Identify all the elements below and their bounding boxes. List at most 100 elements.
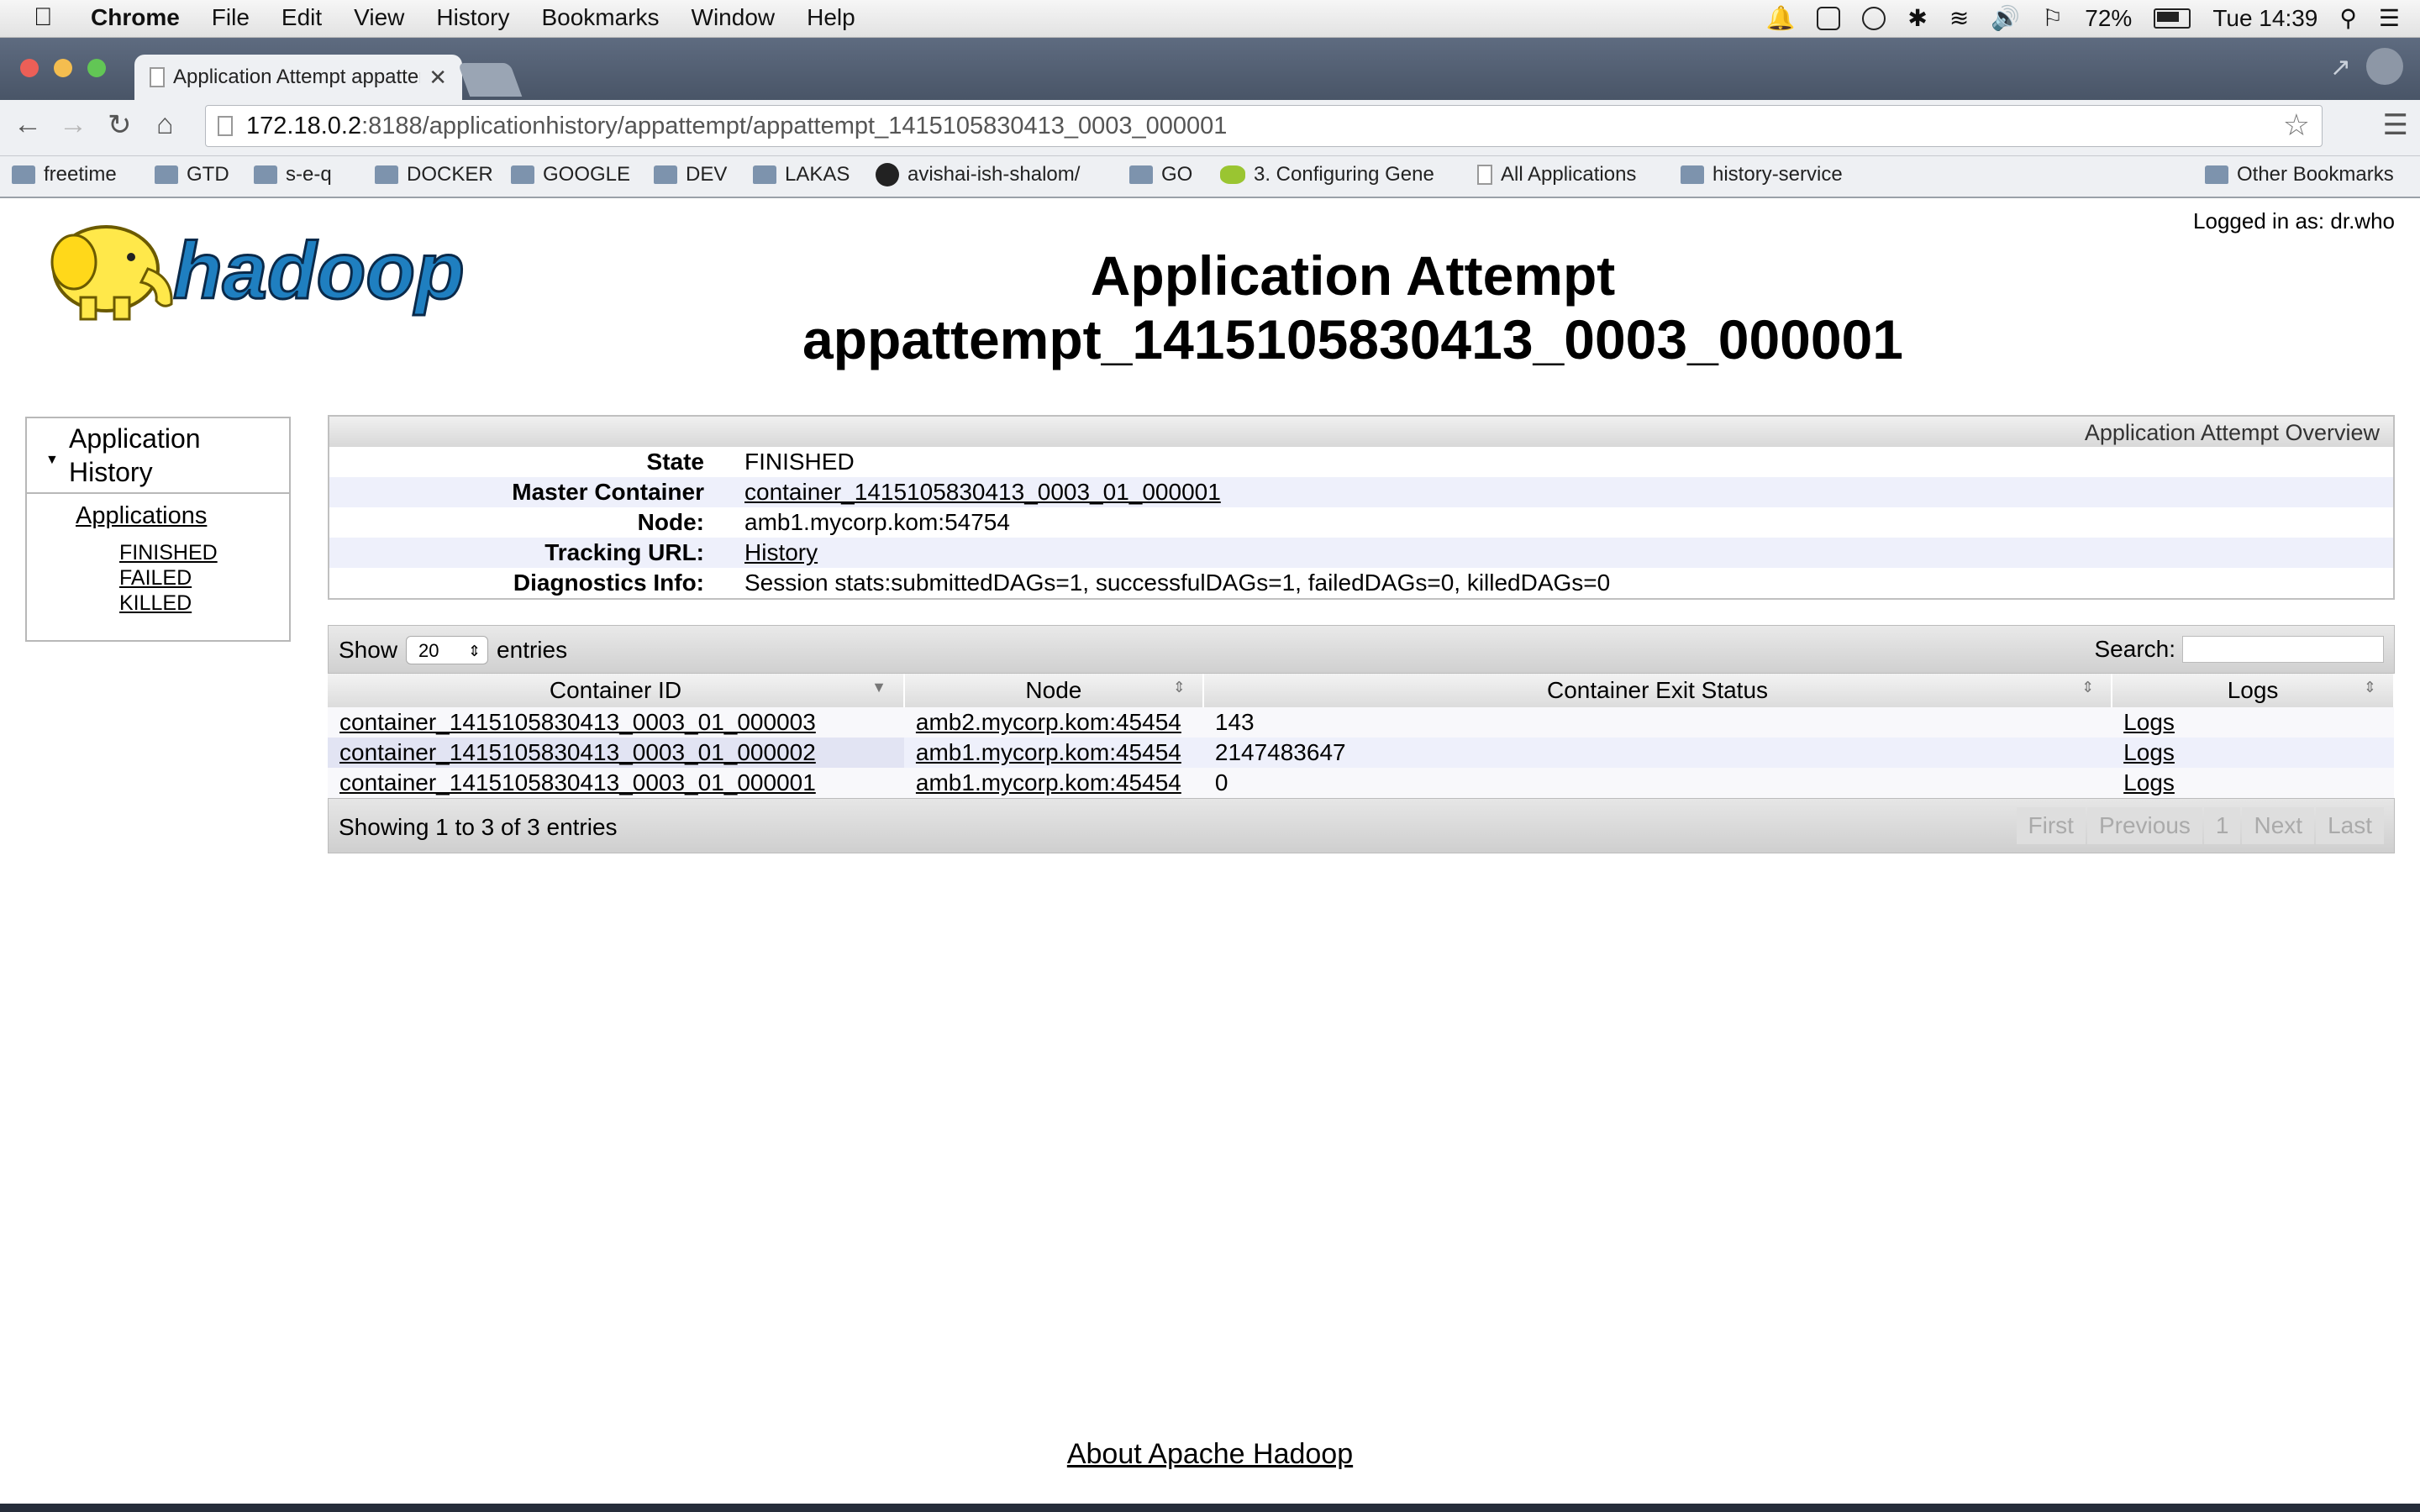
page-title-line1: Application Attempt — [1090, 244, 1616, 307]
close-tab-icon[interactable]: ✕ — [429, 65, 447, 91]
column-header-exit-status[interactable]: Container Exit Status ⇕ — [1202, 674, 2113, 707]
spotlight-search-icon[interactable]: ⚲ — [2339, 4, 2357, 32]
volume-icon[interactable]: 🔊 — [1991, 4, 2020, 32]
search-input[interactable] — [2182, 636, 2384, 663]
sidebar-item-killed[interactable]: KILLED — [119, 591, 289, 616]
overview-header: Application Attempt Overview — [329, 417, 2393, 447]
home-icon[interactable]: ⌂ — [156, 108, 174, 141]
tracking-url-link[interactable]: History — [744, 538, 818, 568]
back-arrow-icon[interactable]: ← — [13, 108, 42, 141]
node-link[interactable]: amb1.mycorp.kom:45454 — [916, 739, 1181, 765]
menu-window[interactable]: Window — [692, 4, 776, 31]
check-app-icon[interactable] — [1817, 6, 1841, 30]
logged-in-label: Logged in as: dr.who — [2193, 208, 2395, 234]
sidebar-item-applications[interactable]: Applications — [76, 502, 289, 530]
collapse-triangle-icon[interactable]: ▼ — [45, 444, 59, 477]
table-row: container_1415105830413_0003_01_000001 a… — [328, 768, 2394, 798]
folder-icon — [155, 165, 178, 184]
tab-active[interactable]: Application Attempt appattempt_141510583… — [134, 55, 462, 100]
bookmark-lakas[interactable]: LAKAS — [753, 163, 850, 186]
minimize-window-button[interactable] — [54, 59, 72, 77]
pager-first-button[interactable]: First — [2016, 807, 2086, 844]
page-size-select[interactable]: 20 ⇕ — [406, 636, 489, 664]
bookmark-google[interactable]: GOOGLE — [511, 163, 630, 186]
menu-edit[interactable]: Edit — [281, 4, 322, 31]
pager-last-button[interactable]: Last — [2316, 807, 2384, 844]
us-flag-icon[interactable]: ⚐ — [2042, 4, 2063, 32]
time-machine-icon[interactable] — [1862, 6, 1886, 30]
bookmark-go[interactable]: GO — [1129, 163, 1192, 186]
sidebar-heading[interactable]: ▼ Application History — [27, 418, 289, 494]
column-header-container-id[interactable]: Container ID ▼ — [328, 674, 905, 707]
fullscreen-icon[interactable]: ↗ — [2330, 53, 2351, 82]
battery-icon[interactable] — [2154, 8, 2191, 29]
overview-row-master-container: Master Container container_1415105830413… — [329, 477, 2393, 507]
notification-center-icon[interactable]: ☰ — [2379, 4, 2400, 32]
bookmark-docker[interactable]: DOCKER — [375, 163, 493, 186]
menu-app-name[interactable]: Chrome — [91, 4, 180, 31]
sort-desc-icon: ▼ — [871, 679, 886, 696]
container-id-link[interactable]: container_1415105830413_0003_01_000001 — [339, 769, 816, 795]
menu-bookmarks[interactable]: Bookmarks — [541, 4, 659, 31]
bluetooth-icon[interactable]: ✱ — [1907, 4, 1927, 32]
reload-icon[interactable]: ↻ — [108, 108, 132, 142]
menu-view[interactable]: View — [354, 4, 404, 31]
column-header-logs[interactable]: Logs ⇕ — [2112, 674, 2395, 707]
sidebar-nav: ▼ Application History Applications FINIS… — [25, 417, 291, 642]
column-header-node[interactable]: Node ⇕ — [903, 674, 1204, 707]
clock[interactable]: Tue 14:39 — [2212, 5, 2317, 32]
battery-percent[interactable]: 72% — [2085, 5, 2132, 32]
logs-link[interactable]: Logs — [2123, 709, 2175, 735]
pager-page-1-button[interactable]: 1 — [2203, 807, 2241, 844]
menu-file[interactable]: File — [212, 4, 250, 31]
browser-toolbar: ← → ↻ ⌂ 172.18.0.2:8188/applicationhisto… — [0, 100, 2420, 156]
bookmark-gtd[interactable]: GTD — [155, 163, 229, 186]
new-tab-button[interactable] — [457, 63, 523, 97]
bookmark-s-e-q[interactable]: s-e-q — [254, 163, 332, 186]
node-link[interactable]: amb1.mycorp.kom:45454 — [916, 769, 1181, 795]
sidebar-item-finished[interactable]: FINISHED — [119, 540, 289, 565]
container-id-link[interactable]: container_1415105830413_0003_01_000003 — [339, 709, 816, 735]
url-path: :8188/applicationhistory/appattempt/appa… — [361, 113, 1228, 139]
bookmark-github[interactable]: avishai-ish-shalom/ — [876, 163, 1080, 186]
close-window-button[interactable] — [20, 59, 39, 77]
menu-help[interactable]: Help — [807, 4, 855, 31]
tab-title: Application Attempt appattempt_141510583… — [173, 66, 420, 88]
pager-previous-button[interactable]: Previous — [2086, 807, 2202, 844]
folder-icon — [1681, 165, 1704, 184]
folder-icon — [1129, 165, 1153, 184]
forward-arrow-icon[interactable]: → — [59, 108, 87, 141]
logs-link[interactable]: Logs — [2123, 769, 2175, 795]
svg-text:hadoop: hadoop — [173, 226, 465, 316]
sidebar-item-failed[interactable]: FAILED — [119, 565, 289, 591]
bookmark-other[interactable]: Other Bookmarks — [2205, 163, 2394, 186]
notification-bell-icon[interactable]: 🔔 — [1765, 4, 1795, 32]
hadoop-logo[interactable]: hadoop — [30, 210, 534, 328]
overview-row-state: State FINISHED — [646, 449, 855, 475]
page-info-icon[interactable] — [218, 116, 233, 136]
bookmark-star-icon[interactable]: ☆ — [2283, 108, 2310, 143]
bookmark-configuring[interactable]: 3. Configuring Gene — [1220, 163, 1434, 186]
bookmark-dev[interactable]: DEV — [654, 163, 727, 186]
about-hadoop-link[interactable]: About Apache Hadoop — [0, 1438, 2420, 1471]
sort-both-icon: ⇕ — [1172, 679, 1186, 696]
overview-row-diagnostics: Diagnostics Info: Session stats:submitte… — [513, 570, 1611, 596]
logs-link[interactable]: Logs — [2123, 739, 2175, 765]
master-container-link[interactable]: container_1415105830413_0003_01_000001 — [744, 477, 1221, 507]
bookmark-all-applications[interactable]: All Applications — [1477, 163, 1636, 186]
node-link[interactable]: amb2.mycorp.kom:45454 — [916, 709, 1181, 735]
table-footer: Showing 1 to 3 of 3 entries First Previo… — [328, 798, 2395, 853]
zoom-window-button[interactable] — [87, 59, 106, 77]
container-id-link[interactable]: container_1415105830413_0003_01_000002 — [339, 739, 816, 765]
pagination: First Previous 1 Next Last — [2016, 807, 2384, 844]
bookmark-freetime[interactable]: freetime — [12, 163, 117, 186]
pager-next-button[interactable]: Next — [2242, 807, 2315, 844]
chrome-menu-icon[interactable]: ☰ — [2383, 108, 2408, 142]
wifi-icon[interactable]: ≋ — [1949, 4, 1969, 32]
bookmark-history-service[interactable]: history-service — [1681, 163, 1843, 186]
exit-status: 2147483647 — [1202, 738, 2112, 768]
menu-history[interactable]: History — [436, 4, 509, 31]
apple-menu-icon[interactable]:  — [34, 3, 53, 32]
address-bar[interactable]: 172.18.0.2:8188/applicationhistory/appat… — [205, 105, 2323, 147]
table-row: container_1415105830413_0003_01_000002 a… — [328, 738, 2394, 768]
